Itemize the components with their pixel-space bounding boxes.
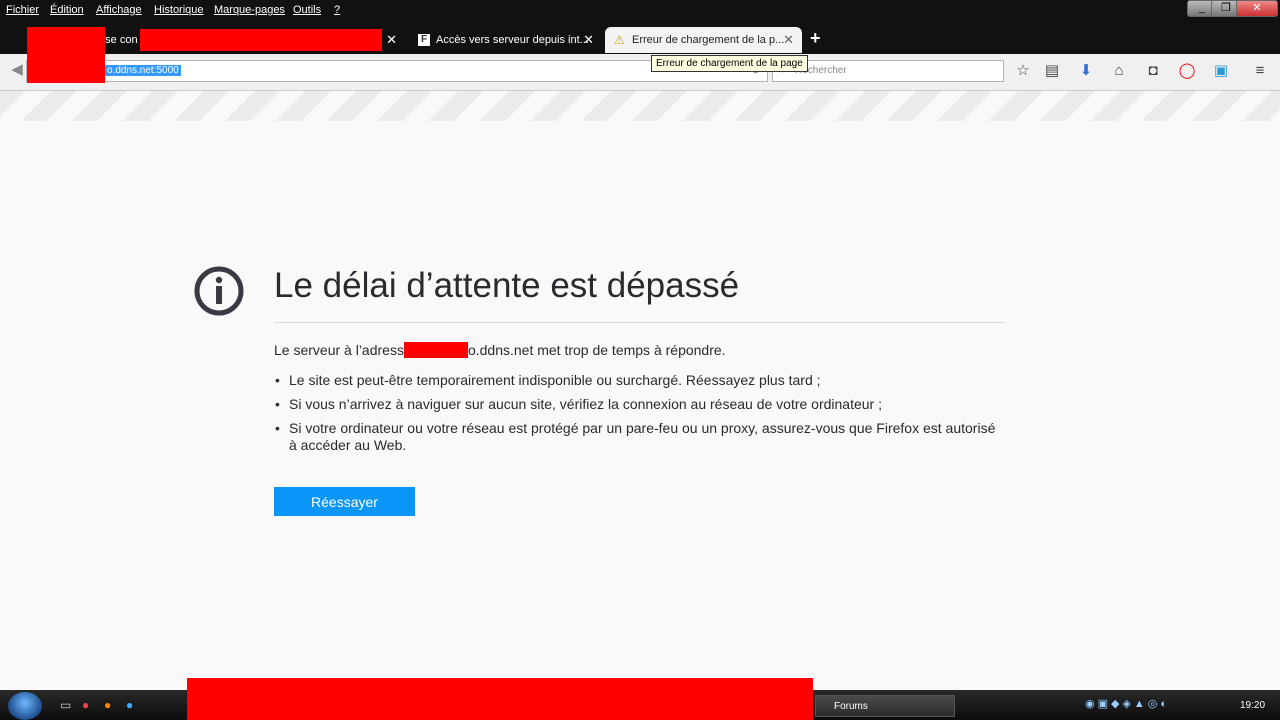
list-item: Si votre ordinateur ou votre réseau est … (275, 420, 1005, 454)
tab-2[interactable]: F Accès vers serveur depuis int... ✕ (410, 27, 602, 53)
system-tray-icons: ◉▣◆◈▲◎◐ (1085, 698, 1171, 710)
info-icon (194, 266, 244, 316)
reading-list-icon[interactable]: ▤ (1043, 62, 1061, 80)
new-tab-button[interactable]: + (810, 28, 821, 49)
description-prefix: Le serveur à l’adress (274, 342, 404, 358)
menu-affichage[interactable]: Affichage (96, 4, 142, 16)
redaction-box (187, 678, 813, 720)
menu-historique[interactable]: Historique (154, 4, 204, 16)
error-description: Le serveur à l’adress o.ddns.net met trop… (274, 342, 726, 358)
tab-3-close-icon[interactable]: ✕ (783, 27, 794, 53)
pocket-icon[interactable]: ◘ (1144, 62, 1162, 80)
home-icon[interactable]: ⌂ (1110, 62, 1128, 80)
tab-3-label: Erreur de chargement de la p... (632, 34, 785, 46)
error-title: Le délai d’attente est dépassé (274, 266, 740, 305)
firefox-icon[interactable]: ● (104, 698, 111, 712)
tab-2-label: Accès vers serveur depuis int... (436, 34, 589, 46)
notification-icon[interactable]: ▣ (1212, 62, 1230, 80)
menu-bar: Fichier Édition Affichage Historique Mar… (0, 0, 1280, 20)
redaction-box (27, 27, 105, 83)
start-button[interactable] (8, 692, 42, 720)
taskbar-item-forums[interactable]: Forums (815, 695, 955, 717)
tab-3-active[interactable]: ⚠ Erreur de chargement de la p... ✕ (605, 27, 802, 53)
menu-marque-pages[interactable]: Marque-pages (214, 4, 285, 16)
description-suffix: o.ddns.net met trop de temps à répondre. (467, 342, 726, 358)
opera-icon[interactable]: ◯ (1178, 62, 1196, 80)
warning-icon: ⚠ (614, 33, 625, 47)
menu-outils[interactable]: Outils (293, 4, 321, 16)
clock: 19:20 (1240, 700, 1266, 711)
back-icon[interactable]: ◀ (8, 61, 26, 79)
error-suggestions: Le site est peut-être temporairement ind… (275, 372, 1005, 461)
close-window-button[interactable]: ✕ (1236, 0, 1278, 17)
title-divider (274, 322, 1005, 323)
navigation-bar: ◀ o.ddns.net:5000 ↻ ⌕ Rechercher ☆ ▤ ⬇ ⌂… (0, 54, 1280, 91)
menu-edition[interactable]: Édition (50, 4, 84, 16)
tab-1-close-icon[interactable]: ✕ (386, 27, 397, 53)
tab-2-close-icon[interactable]: ✕ (583, 27, 594, 53)
forum-favicon-icon: F (418, 34, 430, 46)
retry-button[interactable]: Réessayer (274, 487, 415, 516)
tab-tooltip: Erreur de chargement de la page (651, 55, 808, 72)
menu-help[interactable]: ? (334, 4, 340, 16)
ie-icon[interactable]: ● (126, 698, 133, 712)
list-item: Le site est peut-être temporairement ind… (275, 372, 1005, 389)
bookmark-star-icon[interactable]: ☆ (1014, 62, 1032, 80)
show-desktop-icon[interactable]: ▭ (60, 698, 71, 712)
redaction-box (140, 29, 382, 51)
redaction-box (403, 342, 468, 358)
download-icon[interactable]: ⬇ (1077, 62, 1095, 80)
quicklaunch-icon[interactable]: ● (82, 698, 89, 712)
loading-stripe (0, 91, 1280, 121)
menu-icon[interactable]: ≡ (1251, 62, 1269, 80)
url-text: o.ddns.net:5000 (105, 65, 181, 76)
menu-fichier[interactable]: Fichier (6, 4, 39, 16)
list-item: Si vous n’arrivez à naviguer sur aucun s… (275, 396, 1005, 413)
